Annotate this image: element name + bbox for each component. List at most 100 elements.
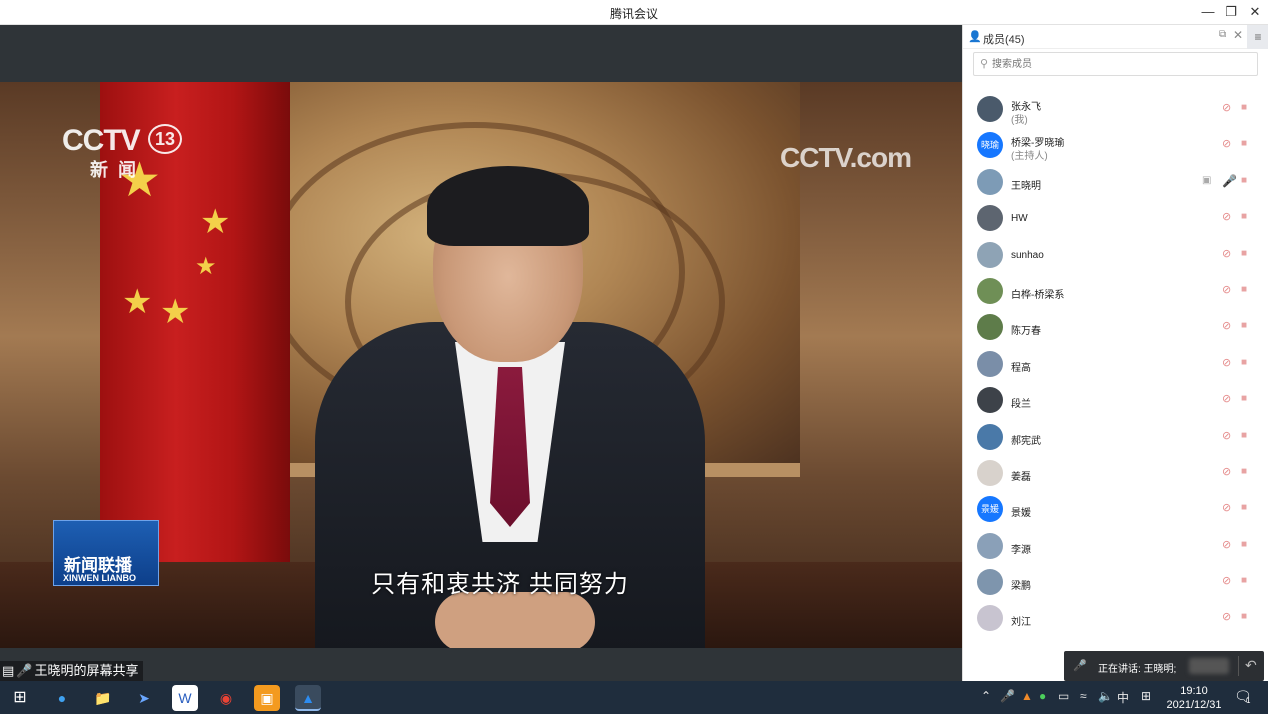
member-row[interactable]: 姜磊 ⊘ ■ — [963, 454, 1268, 490]
mic-muted-icon[interactable]: ⊘ — [1222, 465, 1234, 479]
ime-mode-icon[interactable]: ⊞ — [1141, 689, 1151, 703]
mic-muted-icon[interactable]: ⊘ — [1222, 429, 1234, 443]
mic-active-icon[interactable]: 🎤 — [1222, 174, 1237, 188]
member-row[interactable]: 景媛 景媛 ⊘ ■ — [963, 490, 1268, 526]
member-row[interactable]: 梁鹏 ⊘ ■ — [963, 563, 1268, 599]
sunlogin-icon[interactable]: ▣ — [254, 685, 280, 711]
camera-off-icon[interactable]: ■ — [1241, 248, 1255, 260]
member-name: 景媛 — [1011, 508, 1031, 520]
channel-subtitle: 新闻 — [90, 160, 146, 180]
avatar — [977, 569, 1003, 596]
mic-muted-icon[interactable]: ⊘ — [1222, 247, 1234, 261]
member-row[interactable]: HW ⊘ ■ — [963, 199, 1268, 235]
member-row[interactable]: 刘江 ⊘ ■ — [963, 599, 1268, 635]
speaker-avatars-blurred — [1189, 658, 1229, 674]
close-button[interactable]: ✕ — [1243, 2, 1267, 22]
mic-muted-icon[interactable]: ⊘ — [1222, 501, 1234, 515]
member-name: 白桦-桥梁系 — [1011, 289, 1065, 301]
members-title: 成员(45) — [983, 34, 1025, 46]
video-subtitle: 只有和衷共济 共同努力 — [371, 571, 629, 598]
shared-video: ★ ★ ★ ★ ★ CCTV 13 新闻 CCTV.com 新闻联播 XINWE… — [0, 82, 962, 648]
member-row[interactable]: 郝宪武 ⊘ ■ — [963, 418, 1268, 454]
notification-center-icon[interactable]: 🗨 1 — [1234, 688, 1256, 708]
edge-icon[interactable]: ● — [49, 685, 75, 711]
camera-off-icon[interactable]: ■ — [1241, 175, 1255, 187]
screen-share-icon: ▤ — [2, 663, 15, 678]
popout-icon[interactable]: ⧉ — [1219, 29, 1226, 40]
mic-muted-icon[interactable]: ⊘ — [1222, 101, 1234, 115]
avatar — [977, 205, 1003, 232]
mic-muted-icon[interactable]: ⊘ — [1222, 610, 1234, 624]
member-name: 郝宪武 — [1011, 435, 1041, 447]
restore-button[interactable]: ❐ — [1219, 2, 1243, 22]
member-row[interactable]: 晓瑜 桥梁-罗晓瑜 (主持人) ⊘ ■ — [963, 126, 1268, 162]
screen-share-icon: ▣ — [1202, 174, 1212, 186]
camera-off-icon[interactable]: ■ — [1241, 466, 1255, 478]
mic-muted-icon[interactable]: ⊘ — [1222, 210, 1234, 224]
panel-close-icon[interactable]: ✕ — [1233, 28, 1243, 42]
camera-off-icon[interactable]: ■ — [1241, 211, 1255, 223]
panel-menu-icon[interactable]: ≡ — [1247, 25, 1268, 49]
mic-muted-icon[interactable]: ⊘ — [1222, 283, 1234, 297]
wifi-icon[interactable]: ≈ — [1080, 689, 1087, 703]
avatar — [977, 241, 1003, 268]
title-bar: 腾讯会议 — ❐ ✕ — [0, 0, 1268, 25]
camera-off-icon[interactable]: ■ — [1241, 320, 1255, 332]
share-label-text: 王晓明的屏幕共享 — [34, 663, 139, 678]
tray-expand-icon[interactable]: ⌃ — [981, 689, 991, 703]
member-row[interactable]: 段兰 ⊘ ■ — [963, 381, 1268, 417]
camera-off-icon[interactable]: ■ — [1241, 138, 1255, 150]
member-search-box[interactable]: ⚲ — [973, 52, 1258, 76]
member-row[interactable]: 白桦-桥梁系 ⊘ ■ — [963, 272, 1268, 308]
member-name: HW — [1011, 213, 1028, 225]
windows-start-icon[interactable]: ⊞ — [7, 685, 33, 711]
member-name: 李源 — [1011, 544, 1031, 556]
wechat-icon[interactable]: ● — [1039, 689, 1046, 703]
camera-off-icon[interactable]: ■ — [1241, 611, 1255, 623]
mic-muted-icon[interactable]: ⊘ — [1222, 137, 1234, 151]
tray-mic-icon[interactable]: 🎤 — [1000, 689, 1015, 703]
member-search-input[interactable] — [992, 56, 1242, 72]
clock[interactable]: 19:10 2021/12/31 — [1163, 684, 1225, 712]
tray-app-icon[interactable]: ▲ — [1021, 689, 1033, 703]
member-row[interactable]: 王晓明 ▣ 🎤 ■ — [963, 163, 1268, 199]
volume-icon[interactable]: 🔈 — [1098, 689, 1113, 703]
camera-off-icon[interactable]: ■ — [1241, 393, 1255, 405]
camera-off-icon[interactable]: ■ — [1241, 575, 1255, 587]
avatar — [977, 350, 1003, 377]
word-icon[interactable]: W — [172, 685, 198, 711]
camera-off-icon[interactable]: ■ — [1241, 357, 1255, 369]
avatar: 晓瑜 — [977, 132, 1003, 159]
member-row[interactable]: 程高 ⊘ ■ — [963, 345, 1268, 381]
member-name: 姜磊 — [1011, 471, 1031, 483]
feishu-icon[interactable]: ➤ — [131, 685, 157, 711]
camera-off-icon[interactable]: ■ — [1241, 539, 1255, 551]
mic-icon: 🎤 — [16, 663, 33, 678]
camera-off-icon[interactable]: ■ — [1241, 430, 1255, 442]
ime-indicator[interactable]: 中 — [1117, 689, 1129, 706]
camera-off-icon[interactable]: ■ — [1241, 502, 1255, 514]
member-row[interactable]: 李源 ⊘ ■ — [963, 527, 1268, 563]
mic-muted-icon[interactable]: ⊘ — [1222, 392, 1234, 406]
member-name: 段兰 — [1011, 399, 1031, 411]
member-name: 王晓明 — [1011, 180, 1041, 192]
avatar — [977, 387, 1003, 414]
camera-off-icon[interactable]: ■ — [1241, 102, 1255, 114]
member-row[interactable]: 张永飞 (我) ⊘ ■ — [963, 90, 1268, 126]
member-row[interactable]: sunhao ⊘ ■ — [963, 236, 1268, 272]
mic-muted-icon[interactable]: ⊘ — [1222, 538, 1234, 552]
mic-muted-icon[interactable]: ⊘ — [1222, 356, 1234, 370]
avatar — [977, 168, 1003, 195]
mic-muted-icon[interactable]: ⊘ — [1222, 319, 1234, 333]
chrome-icon[interactable]: ◉ — [213, 685, 239, 711]
collapse-arrow-icon[interactable]: ↶ — [1245, 657, 1257, 674]
file-explorer-icon[interactable]: 📁 — [90, 685, 116, 711]
camera-off-icon[interactable]: ■ — [1241, 284, 1255, 296]
tencent-meeting-taskbar-icon[interactable]: ▲ — [295, 685, 321, 711]
minimize-button[interactable]: — — [1196, 2, 1220, 22]
member-row[interactable]: 陈万春 ⊘ ■ — [963, 308, 1268, 344]
battery-icon[interactable]: ▭ — [1058, 689, 1069, 703]
mic-muted-icon[interactable]: ⊘ — [1222, 574, 1234, 588]
avatar — [977, 314, 1003, 341]
member-name: 刘江 — [1011, 617, 1031, 629]
